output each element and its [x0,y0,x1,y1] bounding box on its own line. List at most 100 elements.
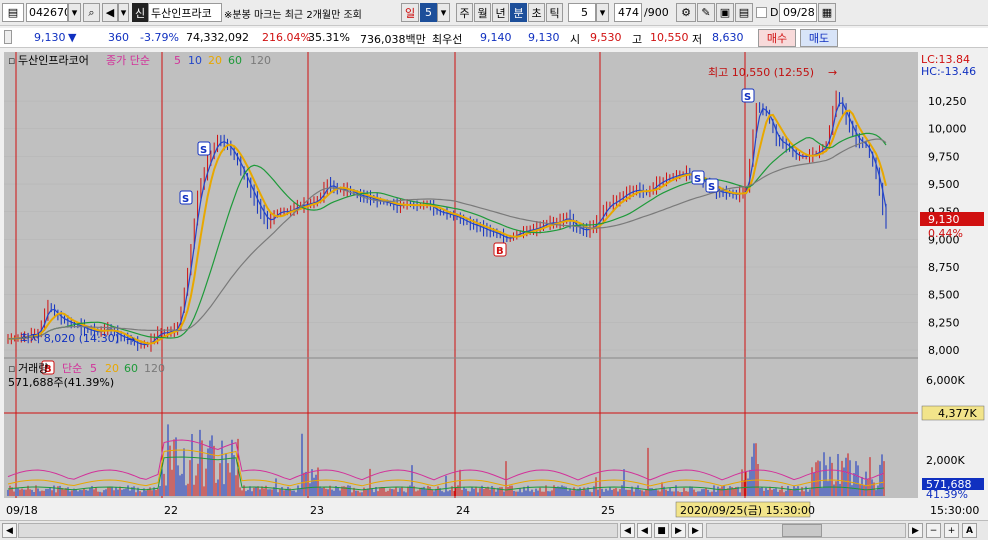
open-label: 시 [570,33,581,46]
count-total: /900 [644,6,669,19]
scroll-prev2-icon[interactable]: ◀ [637,523,652,538]
tab-second[interactable]: 초 [528,3,545,22]
collapse-toggle[interactable] [4,30,12,44]
d-label: D [770,6,779,19]
scroll-prev-icon[interactable]: ◀ [620,523,635,538]
current-price: 9,130 [34,31,66,44]
interval-dropdown-icon[interactable]: ▾ [596,3,609,22]
turnover: 35.31% [308,31,350,44]
x-label-23: 23 [310,504,324,517]
count-input[interactable]: 474 [614,3,642,22]
price-tick: 10,000 [928,123,967,136]
tab-tick[interactable]: 틱 [546,3,563,22]
last-price-value: 9,130 [928,213,960,226]
code-dropdown-icon[interactable]: ▾ [68,3,81,22]
zoom-in-icon[interactable]: + [944,523,959,538]
volume-ratio: 216.04% [262,31,311,44]
panel-close-icon[interactable]: ▫ [8,54,15,67]
low-annotation: 최저 8,020 (14:30) [20,332,119,345]
period-day-button[interactable]: 일 [401,3,419,22]
speaker-dropdown-icon[interactable]: ▾ [118,3,129,22]
draw-icon[interactable]: ✎ [697,3,715,22]
stock-chart[interactable]: BSSBSSS ▫ 두산인프라코어 종가 단순 5 10 20 60 120 최… [0,50,988,520]
vma20-label: 20 [105,362,119,375]
last-price-pct: 0.44% [928,227,963,240]
scroll-right-icon[interactable]: ▶ [908,523,923,538]
ma120-label: 120 [250,54,271,67]
signal-mark-label: S [182,194,189,205]
signal-mark-label: S [744,92,751,103]
tab-minute[interactable]: 분 [510,3,527,22]
best-bid: 9,130 [528,31,560,44]
volume-panel-close-icon[interactable]: ▫ [8,362,15,375]
buy-button[interactable]: 매수 [758,29,796,47]
trade-amount: 736,038백만 [360,33,426,46]
down-arrow-icon: ▼ [68,31,77,44]
tab-month[interactable]: 월 [474,3,491,22]
price-tick: 8,250 [928,316,960,329]
stock-code-input[interactable]: 042670 [26,3,68,22]
search-icon[interactable]: ⌕ [83,3,100,22]
low-arrow-icon: → [126,333,135,346]
ma5-label: 5 [174,54,181,67]
best-label: 최우선 [432,33,463,46]
save-icon[interactable]: ▣ [716,3,734,22]
signal-mark-label: S [694,174,701,185]
period-dropdown-icon[interactable]: ▾ [437,3,450,22]
cursor-volume-value: 4,377K [938,407,977,420]
price-indicator-label: 종가 단순 [106,54,150,67]
period-num[interactable]: 5 [420,3,437,22]
tab-week[interactable]: 주 [456,3,473,22]
high-price: 10,550 [650,31,689,44]
quote-bar: 9,130 ▼ 360 -3.79% 74,332,092 216.04% 35… [0,28,988,48]
new-listing-badge: 신 [132,3,148,22]
date-input[interactable]: 09/28 [779,3,817,22]
price-tick: 9,500 [928,178,960,191]
signal-mark-label: B [496,246,504,257]
hc-label: HC:-13.46 [921,65,976,78]
indicator-icon[interactable]: ⚙ [676,3,696,22]
interval-input[interactable]: 5 [568,3,596,22]
last-volume-pct: 41.39% [926,488,968,501]
notice-text: ※분봉 마크는 최근 2개월만 조회 [224,10,362,21]
cursor-time: 2020/09/25(금) 15:30:00 [680,504,815,517]
sell-button[interactable]: 매도 [800,29,838,47]
d-checkbox[interactable] [756,7,767,18]
high-arrow-icon: → [828,66,837,79]
open-price: 9,530 [590,31,622,44]
scroll-left-icon[interactable]: ◀ [2,523,17,538]
print-icon[interactable]: ▤ [735,3,753,22]
low-label: 저 [692,33,703,46]
auto-scale-icon[interactable]: A [962,523,977,538]
vma5-label: 5 [90,362,97,375]
stop-icon[interactable]: ■ [654,523,669,538]
high-annotation: 최고 10,550 (12:55) [708,66,814,79]
end-time: 15:30:00 [930,504,979,517]
play-icon[interactable]: ▶ [671,523,686,538]
price-tick: 10,250 [928,95,967,108]
low-price: 8,630 [712,31,744,44]
scroll-bar[interactable]: ◀ ◀ ◀ ■ ▶ ▶ ▶ − + A [0,520,988,540]
scroll-next-icon[interactable]: ▶ [688,523,703,538]
signal-mark-label: S [200,145,207,156]
calendar-icon[interactable]: ▦ [818,3,836,22]
x-label-25: 25 [601,504,615,517]
volume-value: 571,688주(41.39%) [8,376,114,389]
price-panel-name: 두산인프라코어 [18,54,89,67]
price-tick: 8,000 [928,344,960,357]
volume-indicator-label: 단순 [62,362,82,375]
price-change-pct: -3.79% [140,31,179,44]
price-tick: 9,750 [928,150,960,163]
vol-tick-2000k: 2,000K [926,454,965,467]
scroll-track[interactable] [18,523,618,538]
zoom-handle[interactable] [782,524,822,537]
tab-year[interactable]: 년 [492,3,509,22]
volume: 74,332,092 [186,31,249,44]
x-label-22: 22 [164,504,178,517]
zoom-out-icon[interactable]: − [926,523,941,538]
speaker-icon[interactable]: ◀ [102,3,118,22]
high-label: 고 [632,33,643,46]
price-tick: 8,750 [928,261,960,274]
menu-icon[interactable]: ▤ [2,3,24,22]
volume-panel-name: 거래량 [18,362,48,375]
